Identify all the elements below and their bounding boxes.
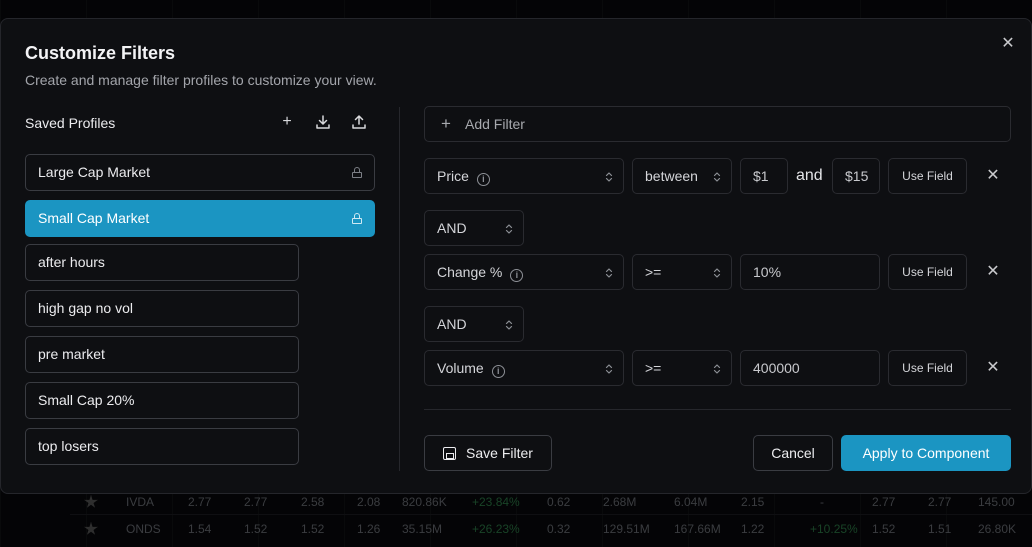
profile-top-losers[interactable]: top losers — [25, 428, 299, 465]
profile-high-gap-no-vol[interactable]: high gap no vol — [25, 290, 299, 327]
profile-label: Small Cap 20% — [38, 392, 135, 408]
chevron-up-down-icon — [605, 255, 613, 289]
profile-after-hours[interactable]: after hours — [25, 244, 299, 281]
lock-icon — [352, 167, 362, 178]
profile-label: pre market — [38, 346, 105, 362]
between-and-label: and — [796, 167, 823, 184]
customize-filters-dialog: ✕ Customize Filters Create and manage fi… — [0, 18, 1032, 494]
plus-icon: + — [441, 114, 451, 133]
min-value-input[interactable]: $1 — [740, 158, 788, 194]
field-label: Volume — [437, 360, 484, 376]
field-select-change[interactable]: Change % i — [424, 254, 624, 290]
chevron-up-down-icon — [713, 351, 721, 385]
profile-label: Small Cap Market — [38, 210, 150, 226]
field-select-price[interactable]: Price i — [424, 158, 624, 194]
close-icon[interactable]: ✕ — [999, 35, 1017, 53]
logic-label: AND — [437, 316, 467, 332]
remove-filter-icon[interactable]: ✕ — [985, 168, 1001, 184]
saved-profiles-heading: Saved Profiles — [25, 115, 116, 131]
operator-select-change[interactable]: >= — [632, 254, 732, 290]
add-filter-label: Add Filter — [465, 116, 525, 132]
info-icon[interactable]: i — [510, 269, 524, 282]
use-field-button[interactable]: Use Field — [888, 254, 967, 290]
apply-to-component-button[interactable]: Apply to Component — [841, 435, 1011, 471]
remove-filter-icon[interactable]: ✕ — [985, 264, 1001, 280]
profile-label: after hours — [38, 254, 105, 270]
field-label: Change % — [437, 264, 503, 280]
chevron-up-down-icon — [605, 159, 613, 193]
profile-label: top losers — [38, 438, 99, 454]
logic-select[interactable]: AND — [424, 306, 524, 342]
operator-label: >= — [645, 360, 662, 376]
dialog-subtitle: Create and manage filter profiles to cus… — [25, 72, 377, 88]
info-icon[interactable]: i — [491, 365, 505, 378]
save-icon — [443, 447, 457, 460]
lock-icon — [352, 213, 362, 224]
save-filter-button[interactable]: Save Filter — [424, 435, 552, 471]
operator-select-price[interactable]: between — [632, 158, 732, 194]
chevron-up-down-icon — [505, 211, 513, 245]
dialog-title: Customize Filters — [25, 43, 176, 63]
cancel-button[interactable]: Cancel — [753, 435, 833, 471]
upload-icon[interactable] — [348, 111, 370, 133]
chevron-up-down-icon — [505, 307, 513, 341]
chevron-up-down-icon — [713, 255, 721, 289]
operator-select-volume[interactable]: >= — [632, 350, 732, 386]
profile-pre-market[interactable]: pre market — [25, 336, 299, 373]
field-label: Price — [437, 168, 469, 184]
profile-large-cap-market[interactable]: Large Cap Market — [25, 154, 375, 191]
use-field-button[interactable]: Use Field — [888, 350, 967, 386]
add-filter-button[interactable]: + Add Filter — [424, 106, 1011, 142]
logic-label: AND — [437, 220, 467, 236]
value-input[interactable]: 10% — [740, 254, 880, 290]
value-input[interactable]: 400000 — [740, 350, 880, 386]
operator-label: >= — [645, 264, 662, 280]
info-icon[interactable]: i — [476, 173, 490, 186]
chevron-up-down-icon — [605, 351, 613, 385]
column-divider — [399, 107, 400, 471]
plus-icon[interactable]: + — [276, 111, 298, 133]
save-filter-label: Save Filter — [466, 445, 533, 461]
operator-label: between — [645, 168, 698, 184]
remove-filter-icon[interactable]: ✕ — [985, 360, 1001, 376]
footer-divider — [424, 409, 1011, 410]
profile-label: Large Cap Market — [38, 164, 151, 180]
profile-small-cap-market[interactable]: Small Cap Market — [25, 200, 375, 237]
field-select-volume[interactable]: Volume i — [424, 350, 624, 386]
logic-select[interactable]: AND — [424, 210, 524, 246]
max-value-input[interactable]: $15 — [832, 158, 880, 194]
chevron-up-down-icon — [713, 159, 721, 193]
use-field-button[interactable]: Use Field — [888, 158, 967, 194]
download-icon[interactable] — [312, 111, 334, 133]
profile-label: high gap no vol — [38, 300, 133, 316]
profile-small-cap-20[interactable]: Small Cap 20% — [25, 382, 299, 419]
